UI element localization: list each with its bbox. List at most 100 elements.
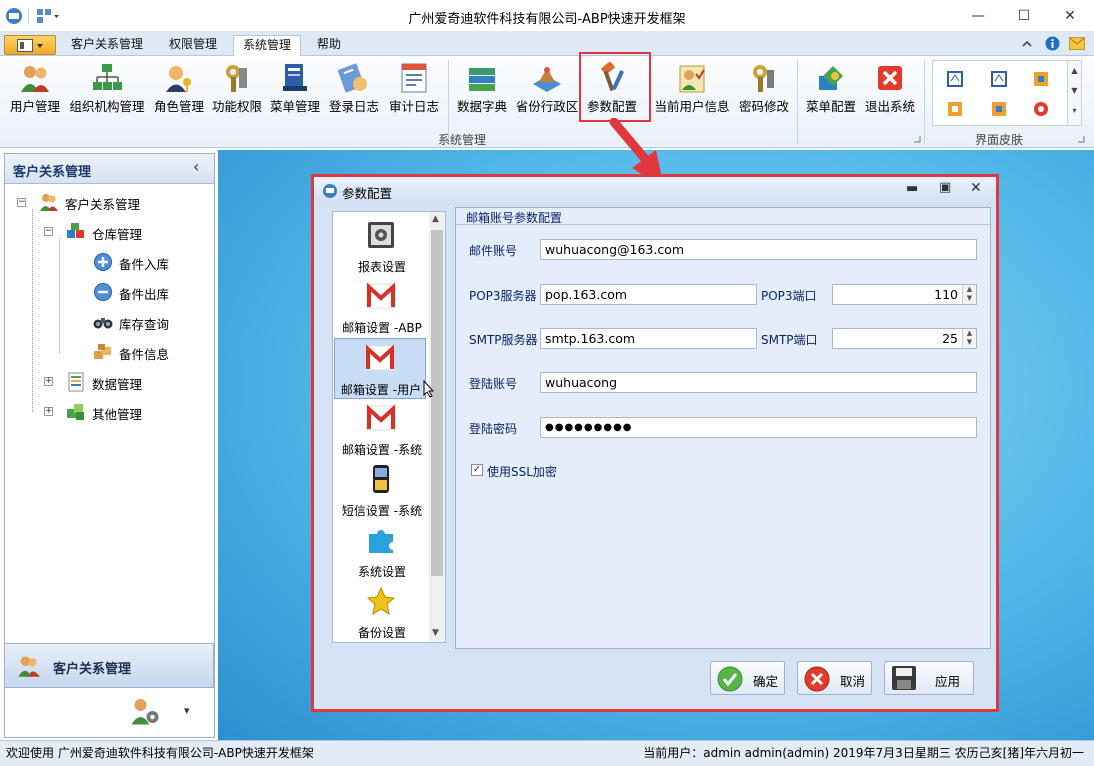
menu-config-button[interactable]: 菜单配置 xyxy=(803,56,859,132)
dialog-minimize-button[interactable]: ▬ xyxy=(906,181,918,196)
smtp-port-spin-icon[interactable]: ▲ ▼ xyxy=(962,329,976,348)
minimize-button[interactable]: — xyxy=(955,0,1001,32)
skin-red-icon[interactable] xyxy=(1033,101,1049,117)
nav-sms-system[interactable]: 短信设置 -系统 xyxy=(333,460,429,521)
gallery-scroll[interactable]: ▲ ▼ ▾ xyxy=(1067,61,1081,125)
smtp-server-input[interactable]: smtp.163.com xyxy=(540,328,757,349)
exit-system-button[interactable]: 退出系统 xyxy=(862,56,918,132)
tab-system[interactable]: 系统管理 xyxy=(233,35,302,56)
dialog-maximize-button[interactable]: ▣ xyxy=(939,180,951,195)
ribbon: 用户管理 组织机构管理 角色管理 功能权限 菜单管理 登录日志 审计日志 数据字… xyxy=(0,56,1094,148)
cancel-button[interactable]: 取消 xyxy=(797,661,872,695)
role-management-button[interactable]: 角色管理 xyxy=(152,56,206,132)
nav-backup-settings[interactable]: 备份设置 xyxy=(333,582,429,643)
settings-nav-list: 报表设置 邮箱设置 -ABP 邮箱设置 -用户 邮箱设置 -系统 短信设置 -系… xyxy=(332,211,446,643)
tree-collapse-toggle[interactable]: − xyxy=(44,227,53,236)
skin-office-blue2-icon[interactable] xyxy=(991,71,1007,87)
role-key-icon xyxy=(166,66,191,92)
nav-scrollbar[interactable]: ▲ ▼ xyxy=(429,212,445,642)
cancel-icon xyxy=(804,666,830,692)
org-management-button[interactable]: 组织机构管理 xyxy=(66,56,148,132)
login-log-button[interactable]: 登录日志 xyxy=(326,56,382,132)
scroll-down-icon[interactable]: ▼ xyxy=(432,628,439,638)
skin-office-orange-icon[interactable] xyxy=(1033,71,1049,87)
group-launcher-icon[interactable] xyxy=(913,135,921,143)
pop3-server-label: POP3服务器 xyxy=(469,289,537,303)
pop3-port-stepper[interactable]: 110 ▲ ▼ xyxy=(832,284,977,305)
password-change-button[interactable]: 密码修改 xyxy=(736,56,792,132)
save-disk-icon xyxy=(892,666,916,690)
data-dictionary-button[interactable]: 数据字典 xyxy=(454,56,510,132)
dialog-title: 参数配置 xyxy=(342,186,393,201)
app-menu-button[interactable] xyxy=(4,35,56,55)
star-icon xyxy=(366,586,396,616)
nav-report-settings[interactable]: 报表设置 xyxy=(333,216,429,277)
apply-button[interactable]: 应用 xyxy=(884,661,974,695)
nav-bar-group-button[interactable]: 客户关系管理 xyxy=(4,643,214,688)
skin-orange-icon[interactable] xyxy=(947,101,963,117)
window-title: 广州爱奇迪软件科技有限公司-ABP快速开发框架 xyxy=(408,12,686,27)
close-button[interactable]: ✕ xyxy=(1047,0,1093,32)
menu-book-icon xyxy=(283,64,307,91)
tree-expand-toggle[interactable]: + xyxy=(44,407,53,416)
boxes-icon xyxy=(94,344,111,359)
password-input[interactable]: ●●●●●●●●● xyxy=(540,417,977,438)
skin-orange-blue-icon[interactable] xyxy=(991,101,1007,117)
nav-mail-user[interactable]: 邮箱设置 -用户 xyxy=(334,338,426,399)
users-icon xyxy=(18,656,40,677)
pop3-server-input[interactable]: pop.163.com xyxy=(540,284,757,305)
mail-settings-group: 邮箱账号参数配置 邮件账号 wuhuacong@163.com POP3服务器 … xyxy=(455,207,991,649)
email-label: 邮件账号 xyxy=(469,244,518,258)
user-settings-icon[interactable] xyxy=(130,696,160,726)
skin-gallery[interactable]: ▲ ▼ ▾ xyxy=(932,60,1082,126)
tree-line xyxy=(59,238,60,353)
email-input[interactable]: wuhuacong@163.com xyxy=(540,239,977,260)
tab-permission[interactable]: 权限管理 xyxy=(160,35,226,56)
collapse-ribbon-icon[interactable] xyxy=(1020,37,1034,51)
ssl-label: 使用SSL加密 xyxy=(487,465,557,479)
puzzle-icon xyxy=(369,530,393,553)
nav-mail-abp[interactable]: 邮箱设置 -ABP xyxy=(333,277,429,338)
user-card-icon xyxy=(679,65,705,93)
nav-options-arrow[interactable]: ▾ xyxy=(184,704,190,717)
scroll-thumb[interactable] xyxy=(431,230,443,576)
login-account-input[interactable]: wuhuacong xyxy=(540,372,977,393)
mail-icon[interactable] xyxy=(1069,37,1085,50)
tab-help[interactable]: 帮助 xyxy=(308,35,350,56)
smtp-port-stepper[interactable]: 25 ▲ ▼ xyxy=(832,328,977,349)
scroll-up-icon[interactable]: ▲ xyxy=(432,214,439,224)
data-sheet-icon xyxy=(68,372,84,392)
function-permission-button[interactable]: 功能权限 xyxy=(210,56,264,132)
gmail-icon xyxy=(366,404,396,431)
status-user-date: 当前用户：admin admin(admin) 2019年7月3日星期三 农历己… xyxy=(643,746,1084,760)
mouse-cursor-icon xyxy=(423,380,435,398)
password-key-icon xyxy=(753,65,774,92)
tree-expand-toggle[interactable]: + xyxy=(44,377,53,386)
skin-launcher-icon[interactable] xyxy=(1077,135,1085,143)
group-label-system: 系统管理 xyxy=(437,133,486,147)
province-region-button[interactable]: 省份行政区 xyxy=(514,56,580,132)
tab-crm[interactable]: 客户关系管理 xyxy=(62,35,152,56)
nav-mail-system[interactable]: 邮箱设置 -系统 xyxy=(333,399,429,460)
dialog-close-button[interactable]: ✕ xyxy=(970,180,982,196)
menu-config-icon xyxy=(819,66,843,90)
maximize-button[interactable]: ☐ xyxy=(1001,0,1047,32)
ok-button[interactable]: 确定 xyxy=(710,661,785,695)
skin-office-blue-icon[interactable] xyxy=(947,71,963,87)
gmail-icon xyxy=(366,282,396,309)
menu-management-button[interactable]: 菜单管理 xyxy=(268,56,322,132)
ssl-checkbox[interactable]: ✓ xyxy=(471,464,483,476)
report-settings-icon xyxy=(368,222,394,248)
dialog-title-bar: 参数配置 ▬ ▣ ✕ xyxy=(314,177,996,205)
tree-collapse-toggle[interactable]: − xyxy=(17,198,26,207)
nav-system-settings[interactable]: 系统设置 xyxy=(333,521,429,582)
audit-log-button[interactable]: 审计日志 xyxy=(386,56,442,132)
status-welcome: 欢迎使用 广州爱奇迪软件科技有限公司-ABP快速开发框架 xyxy=(6,746,314,760)
info-icon[interactable] xyxy=(1045,36,1060,51)
user-management-button[interactable]: 用户管理 xyxy=(8,56,62,132)
panel-header: 客户关系管理 ‹ xyxy=(5,154,214,184)
gmail-icon xyxy=(365,344,395,371)
collapse-panel-button[interactable]: ‹ xyxy=(193,157,199,176)
status-bar: 欢迎使用 广州爱奇迪软件科技有限公司-ABP快速开发框架 当前用户：admin … xyxy=(0,740,1094,766)
pop3-port-spin-icon[interactable]: ▲ ▼ xyxy=(962,285,976,304)
